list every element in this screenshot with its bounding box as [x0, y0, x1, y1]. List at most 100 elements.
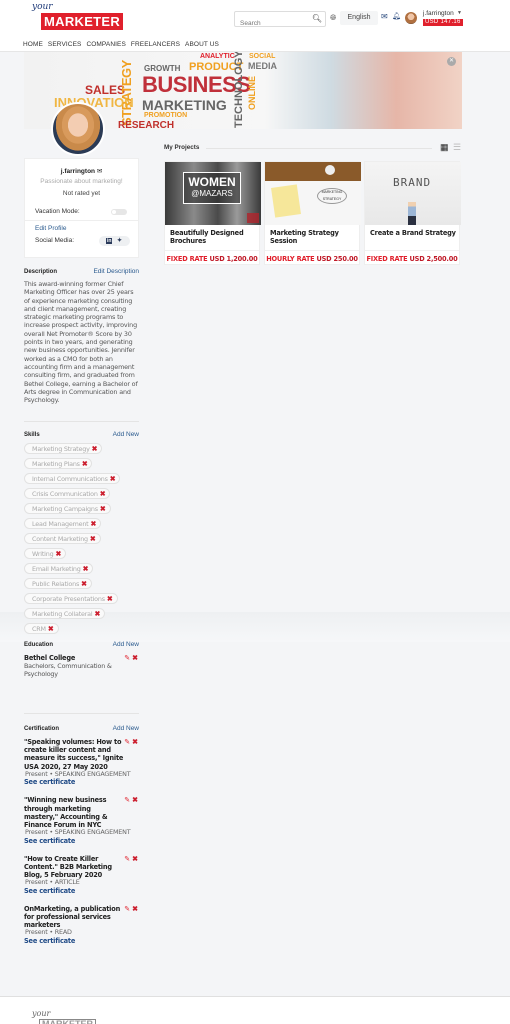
edit-description-link[interactable]: Edit Description	[93, 268, 139, 275]
card-divider	[25, 220, 138, 221]
education-entry: Bethel College Bachelors, Communication …	[24, 654, 139, 678]
twitter-icon[interactable]: ✦	[117, 237, 122, 244]
nav-freelancers[interactable]: FREELANCERS	[131, 41, 180, 48]
banner-word: MEDIA	[248, 61, 277, 71]
project-image: MARKETING STRATEGY	[265, 162, 361, 225]
language-selector[interactable]: English	[340, 11, 378, 25]
see-certificate-link[interactable]: See certificate	[24, 887, 139, 895]
certification-meta: Present • READ	[25, 928, 72, 937]
rate-amount: USD 1,200.00	[209, 255, 258, 263]
skill-chip: Public Relations ✖	[24, 578, 92, 589]
user-menu-name[interactable]: j.farrington	[423, 10, 454, 17]
project-title[interactable]: Marketing Strategy Session	[270, 229, 358, 245]
certification-title-text: OnMarketing, a publication for professio…	[24, 904, 121, 930]
nav-home[interactable]: HOME	[23, 41, 43, 48]
certification-title-text: "How to Create Killer Content." B2B Mark…	[24, 854, 112, 880]
sticky-note	[271, 184, 301, 218]
skill-chip: Email Marketing ✖	[24, 563, 94, 574]
nav-services[interactable]: SERVICES	[48, 41, 82, 48]
remove-skill-icon[interactable]: ✖	[107, 595, 113, 603]
skills-list: Marketing Strategy ✖ Marketing Plans ✖ Int…	[24, 443, 139, 634]
grid-view-icon[interactable]: ▦	[440, 143, 449, 152]
logo-mark	[247, 213, 259, 223]
close-icon[interactable]: ✕	[447, 57, 456, 66]
skill-chip: Crisis Communication ✖	[24, 488, 111, 499]
remove-skill-icon[interactable]: ✖	[90, 535, 96, 543]
remove-skill-icon[interactable]: ✖	[55, 550, 61, 558]
add-certification-link[interactable]: Add New	[113, 725, 139, 732]
skill-chip: Marketing Strategy ✖	[24, 443, 103, 454]
paper-ball	[325, 165, 335, 175]
add-education-link[interactable]: Add New	[113, 641, 139, 648]
projects-title: My Projects	[164, 144, 200, 151]
see-certificate-link[interactable]: See certificate	[24, 778, 139, 786]
brand-logo[interactable]: your MARKETER	[32, 2, 124, 30]
delete-icon[interactable]: ✖	[132, 655, 138, 662]
remove-skill-icon[interactable]: ✖	[82, 460, 88, 468]
remove-skill-icon[interactable]: ✖	[83, 565, 89, 573]
entry-actions: ✎ ✖	[124, 738, 138, 746]
add-skill-link[interactable]: Add New	[113, 431, 139, 438]
see-certificate-link[interactable]: See certificate	[24, 937, 139, 945]
edit-profile-link[interactable]: Edit Profile	[35, 225, 66, 232]
skill-label: Marketing Strategy	[32, 444, 90, 453]
vacation-mode-toggle[interactable]	[111, 209, 127, 215]
rate-type: FIXED RATE	[166, 255, 208, 263]
education-section: Education Add New Bethel College Bachelo…	[24, 641, 139, 678]
project-card[interactable]: WOMEN @MAZARS Beautifully Designed Broch…	[164, 161, 261, 265]
delete-icon[interactable]: ✖	[132, 856, 138, 863]
skill-chip: Writing ✖	[24, 548, 67, 559]
project-image: BRAND	[365, 162, 461, 225]
remove-skill-icon[interactable]: ✖	[92, 445, 98, 453]
bell-icon[interactable]: 🔔︎	[392, 12, 401, 20]
skills-section: Skills Add New Marketing Strategy ✖ Marke…	[24, 431, 139, 634]
remove-skill-icon[interactable]: ✖	[48, 625, 54, 633]
search-icon[interactable]: 🔍︎	[312, 14, 322, 23]
project-card[interactable]: MARKETING STRATEGY Marketing Strategy Se…	[264, 161, 361, 265]
edit-icon[interactable]: ✎	[124, 797, 130, 804]
project-title[interactable]: Beautifully Designed Brochures	[170, 229, 258, 245]
delete-icon[interactable]: ✖	[132, 797, 138, 804]
search-input[interactable]	[235, 16, 309, 31]
remove-skill-icon[interactable]: ✖	[94, 610, 100, 618]
edit-icon[interactable]: ✎	[124, 655, 130, 662]
projects-grid: WOMEN @MAZARS Beautifully Designed Broch…	[164, 161, 461, 265]
chevron-down-icon[interactable]: ▼	[457, 10, 462, 16]
certification-title-text: "Winning new business through marketing …	[24, 796, 108, 829]
profile-name-text: j.farrington	[60, 168, 96, 175]
nav-companies[interactable]: COMPANIES	[86, 41, 125, 48]
edit-icon[interactable]: ✎	[124, 739, 130, 746]
project-title[interactable]: Create a Brand Strategy	[370, 229, 458, 237]
remove-skill-icon[interactable]: ✖	[81, 580, 87, 588]
skill-label: Marketing Collateral	[32, 609, 93, 618]
user-avatar[interactable]	[405, 12, 417, 24]
banner-word: SOCIAL	[249, 53, 276, 60]
edit-icon[interactable]: ✎	[124, 856, 130, 863]
education-school: Bethel College	[24, 654, 76, 662]
edit-icon[interactable]: ✎	[124, 906, 130, 913]
image-text: BRAND	[393, 176, 432, 189]
nav-about-us[interactable]: ABOUT US	[185, 41, 219, 48]
see-certificate-link[interactable]: See certificate	[24, 837, 139, 845]
skill-label: Lead Management	[32, 519, 89, 528]
linkedin-icon[interactable]: in	[106, 238, 113, 244]
profile-photo[interactable]	[51, 102, 105, 156]
banner-word: RESEARCH	[118, 120, 175, 130]
delete-icon[interactable]: ✖	[132, 906, 138, 913]
project-card[interactable]: BRAND Create a Brand Strategy FIXED RATE…	[364, 161, 461, 265]
delete-icon[interactable]: ✖	[132, 739, 138, 746]
skills-title: Skills	[24, 431, 40, 438]
remove-skill-icon[interactable]: ✖	[100, 505, 106, 513]
skill-label: Content Marketing	[32, 534, 88, 543]
remove-skill-icon[interactable]: ✖	[100, 490, 106, 498]
rate-type: FIXED RATE	[366, 255, 408, 263]
list-view-icon[interactable]: ☰	[453, 143, 461, 152]
remove-skill-icon[interactable]: ✖	[90, 520, 96, 528]
envelope-icon[interactable]: ✉	[97, 168, 102, 175]
description-section: Description Edit Description This award-…	[24, 268, 139, 404]
remove-skill-icon[interactable]: ✖	[110, 475, 116, 483]
skill-chip: Corporate Presentations ✖	[24, 593, 118, 604]
mail-icon[interactable]: ✉	[381, 12, 388, 21]
women-mazars-frame: WOMEN @MAZARS	[183, 172, 241, 204]
certification-meta: Present • SPEAKING ENGAGEMENT	[25, 828, 131, 837]
